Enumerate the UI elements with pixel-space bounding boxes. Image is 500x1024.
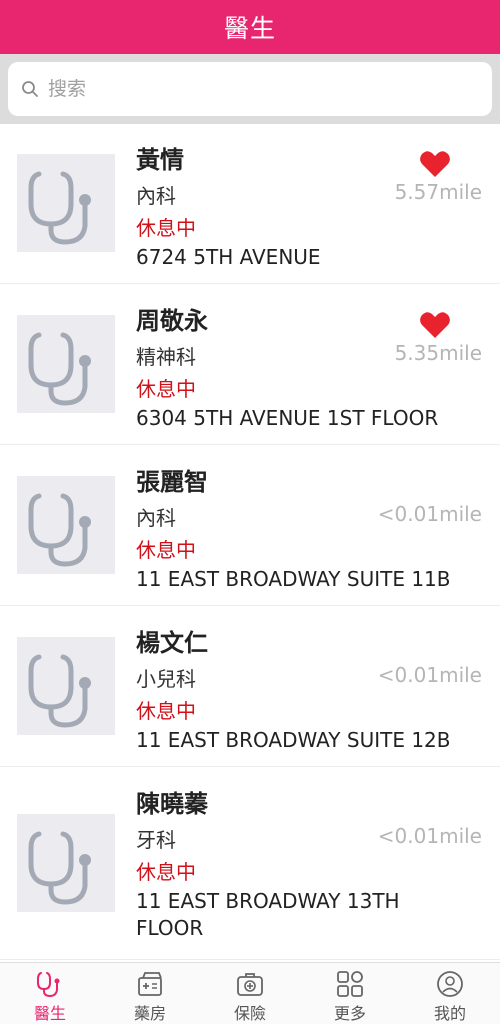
- tab-more[interactable]: 更多: [300, 963, 400, 1024]
- bottom-tab-bar: 醫生 藥房 保險 更多 我的: [0, 962, 500, 1024]
- doctor-department: 牙科: [136, 828, 176, 852]
- favorite-heart-icon[interactable]: [419, 150, 451, 178]
- doctor-row[interactable]: 周敬永 精神科 休息中 6304 5TH AVENUE 1ST FLOOR 5.…: [0, 285, 500, 445]
- favorite-heart-icon[interactable]: [419, 311, 451, 339]
- stethoscope-icon: [28, 831, 91, 905]
- stethoscope-icon: [28, 332, 91, 406]
- doctor-department: 精神科: [136, 345, 196, 369]
- doctor-address: 11 EAST BROADWAY SUITE 11B: [136, 567, 451, 591]
- doctor-distance: <0.01mile: [377, 824, 482, 848]
- search-bar: [0, 54, 500, 124]
- doctor-name: 楊文仁: [136, 629, 208, 657]
- stethoscope-icon: [28, 171, 91, 245]
- doctor-avatar: [17, 476, 115, 574]
- insurance-icon: [234, 969, 266, 998]
- doctor-distance: <0.01mile: [377, 663, 482, 687]
- tab-pharmacy[interactable]: 藥房: [100, 963, 200, 1024]
- doctor-address: 6724 5TH AVENUE: [136, 245, 321, 269]
- tab-label: 我的: [433, 1004, 466, 1023]
- search-icon: [18, 77, 42, 101]
- doctor-address: 6304 5TH AVENUE 1ST FLOOR: [136, 406, 439, 430]
- doctor-department: 內科: [136, 506, 176, 530]
- doctor-department: 內科: [136, 184, 176, 208]
- app-header: 醫生: [0, 0, 500, 54]
- tab-label: 更多: [333, 1004, 366, 1023]
- doctor-distance: <0.01mile: [377, 502, 482, 526]
- doctor-address: 11 EAST BROADWAY SUITE 12B: [136, 728, 451, 752]
- pharmacy-icon: [134, 969, 166, 998]
- doctor-distance: 5.35mile: [394, 341, 482, 365]
- doctor-name: 張麗智: [136, 468, 208, 496]
- doctor-avatar: [17, 637, 115, 735]
- doctor-name: 黃情: [136, 146, 184, 174]
- doctor-avatar: [17, 315, 115, 413]
- doctor-name: 周敬永: [136, 307, 208, 335]
- doctor-department: 小兒科: [136, 667, 196, 691]
- doctor-address: 11 EAST BROADWAY 13TH FLOOR: [136, 889, 400, 940]
- doctor-status: 休息中: [136, 377, 196, 401]
- grid-icon: [334, 969, 366, 998]
- doctor-row[interactable]: 陳曉蓁 牙科 休息中 11 EAST BROADWAY 13TH FLOOR <…: [0, 768, 500, 960]
- doctor-status: 休息中: [136, 860, 196, 884]
- doctor-status: 休息中: [136, 538, 196, 562]
- doctor-status: 休息中: [136, 216, 196, 240]
- doctor-status: 休息中: [136, 699, 196, 723]
- doctor-row[interactable]: 楊文仁 小兒科 休息中 11 EAST BROADWAY SUITE 12B <…: [0, 607, 500, 767]
- tab-doctors[interactable]: 醫生: [0, 963, 100, 1024]
- doctor-row[interactable]: 張麗智 內科 休息中 11 EAST BROADWAY SUITE 11B <0…: [0, 446, 500, 606]
- doctor-distance: 5.57mile: [394, 180, 482, 204]
- stethoscope-icon: [28, 654, 91, 728]
- search-box[interactable]: [8, 62, 492, 116]
- doctor-name: 陳曉蓁: [136, 790, 208, 818]
- tab-label: 醫生: [33, 1004, 66, 1023]
- tab-profile[interactable]: 我的: [400, 963, 500, 1024]
- search-input[interactable]: [48, 78, 468, 100]
- tab-insurance[interactable]: 保險: [200, 963, 300, 1024]
- doctor-row[interactable]: 黃情 內科 休息中 6724 5TH AVENUE 5.57mile: [0, 124, 500, 284]
- tab-label: 藥房: [133, 1004, 166, 1023]
- stethoscope-icon: [28, 493, 91, 567]
- page-title: 醫生: [223, 14, 276, 43]
- tab-label: 保險: [233, 1004, 266, 1023]
- doctor-avatar: [17, 814, 115, 912]
- profile-icon: [434, 969, 466, 998]
- doctor-avatar: [17, 154, 115, 252]
- stethoscope-icon: [34, 969, 66, 998]
